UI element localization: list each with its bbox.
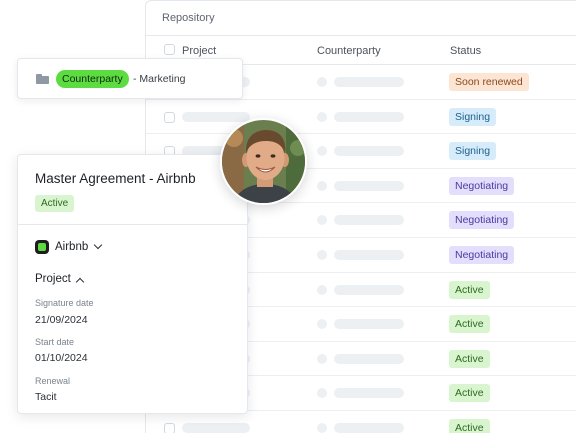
agreement-detail-card: Master Agreement - Airbnb Active Airbnb … bbox=[17, 154, 248, 414]
folder-icon bbox=[36, 74, 49, 84]
agreement-title: Master Agreement - Airbnb bbox=[35, 171, 196, 186]
counterparty-avatar-placeholder bbox=[317, 353, 327, 364]
repository-title: Repository bbox=[146, 1, 576, 36]
status-badge: Negotiating bbox=[449, 211, 515, 230]
column-status[interactable]: Status bbox=[450, 45, 481, 57]
status-badge: Signing bbox=[449, 142, 497, 161]
counterparty-avatar-placeholder bbox=[317, 215, 327, 226]
counterparty-placeholder bbox=[334, 249, 404, 260]
counterparty-placeholder bbox=[334, 422, 404, 433]
table-row[interactable]: Signing bbox=[146, 100, 576, 135]
project-placeholder bbox=[182, 422, 250, 433]
counterparty-placeholder bbox=[334, 146, 404, 157]
field-value-signature-date: 21/09/2024 bbox=[35, 314, 88, 326]
status-badge: Negotiating bbox=[449, 176, 515, 195]
airbnb-logo-icon bbox=[35, 240, 49, 254]
field-value-renewal: Tacit bbox=[35, 391, 57, 403]
table-row[interactable]: Active bbox=[146, 411, 576, 433]
field-label-renewal: Renewal bbox=[35, 376, 71, 386]
project-placeholder bbox=[182, 111, 250, 122]
field-label-signature-date: Signature date bbox=[35, 298, 94, 308]
counterparty-avatar-placeholder bbox=[317, 180, 327, 191]
counterparty-placeholder bbox=[334, 319, 404, 330]
status-badge: Active bbox=[35, 195, 75, 212]
counterparty-breadcrumb-card: Counterparty - Marketing bbox=[17, 58, 243, 99]
column-project[interactable]: Project bbox=[182, 45, 216, 57]
counterparty-avatar-placeholder bbox=[317, 146, 327, 157]
project-section-header[interactable]: Project bbox=[35, 273, 71, 285]
row-checkbox[interactable] bbox=[164, 422, 175, 433]
breadcrumb-suffix: - Marketing bbox=[133, 73, 186, 85]
status-badge: Active bbox=[449, 418, 490, 433]
counterparty-avatar-placeholder bbox=[317, 77, 327, 87]
counterparty-placeholder bbox=[334, 77, 404, 87]
user-portrait-icon bbox=[222, 120, 305, 203]
counterparty-pill[interactable]: Counterparty bbox=[56, 70, 129, 88]
counterparty-avatar-placeholder bbox=[317, 249, 327, 260]
status-badge: Active bbox=[449, 315, 490, 334]
counterparty-placeholder bbox=[334, 111, 404, 122]
counterparty-avatar-placeholder bbox=[317, 422, 327, 433]
status-badge: Active bbox=[449, 280, 490, 299]
counterparty-avatar-placeholder bbox=[317, 284, 327, 295]
status-badge: Active bbox=[449, 384, 490, 403]
counterparty-name: Airbnb bbox=[55, 241, 89, 253]
divider bbox=[18, 224, 247, 225]
counterparty-avatar-placeholder bbox=[317, 388, 327, 399]
field-label-start-date: Start date bbox=[35, 337, 75, 347]
avatar bbox=[220, 118, 307, 205]
counterparty-avatar-placeholder bbox=[317, 319, 327, 330]
row-checkbox[interactable] bbox=[164, 111, 175, 123]
status-badge: Negotiating bbox=[449, 245, 515, 264]
status-badge: Soon renewed bbox=[449, 73, 529, 91]
status-badge: Signing bbox=[449, 107, 497, 126]
status-badge: Active bbox=[449, 349, 490, 368]
counterparty-placeholder bbox=[334, 284, 404, 295]
counterparty-placeholder bbox=[334, 388, 404, 399]
counterparty-placeholder bbox=[334, 215, 404, 226]
chevron-up-icon[interactable] bbox=[75, 277, 85, 287]
select-all-checkbox[interactable] bbox=[164, 44, 175, 55]
field-value-start-date: 01/10/2024 bbox=[35, 352, 88, 364]
chevron-down-icon bbox=[93, 240, 103, 250]
counterparty-avatar-placeholder bbox=[317, 111, 327, 122]
counterparty-placeholder bbox=[334, 353, 404, 364]
counterparty-placeholder bbox=[334, 180, 404, 191]
column-counterparty[interactable]: Counterparty bbox=[317, 45, 381, 57]
